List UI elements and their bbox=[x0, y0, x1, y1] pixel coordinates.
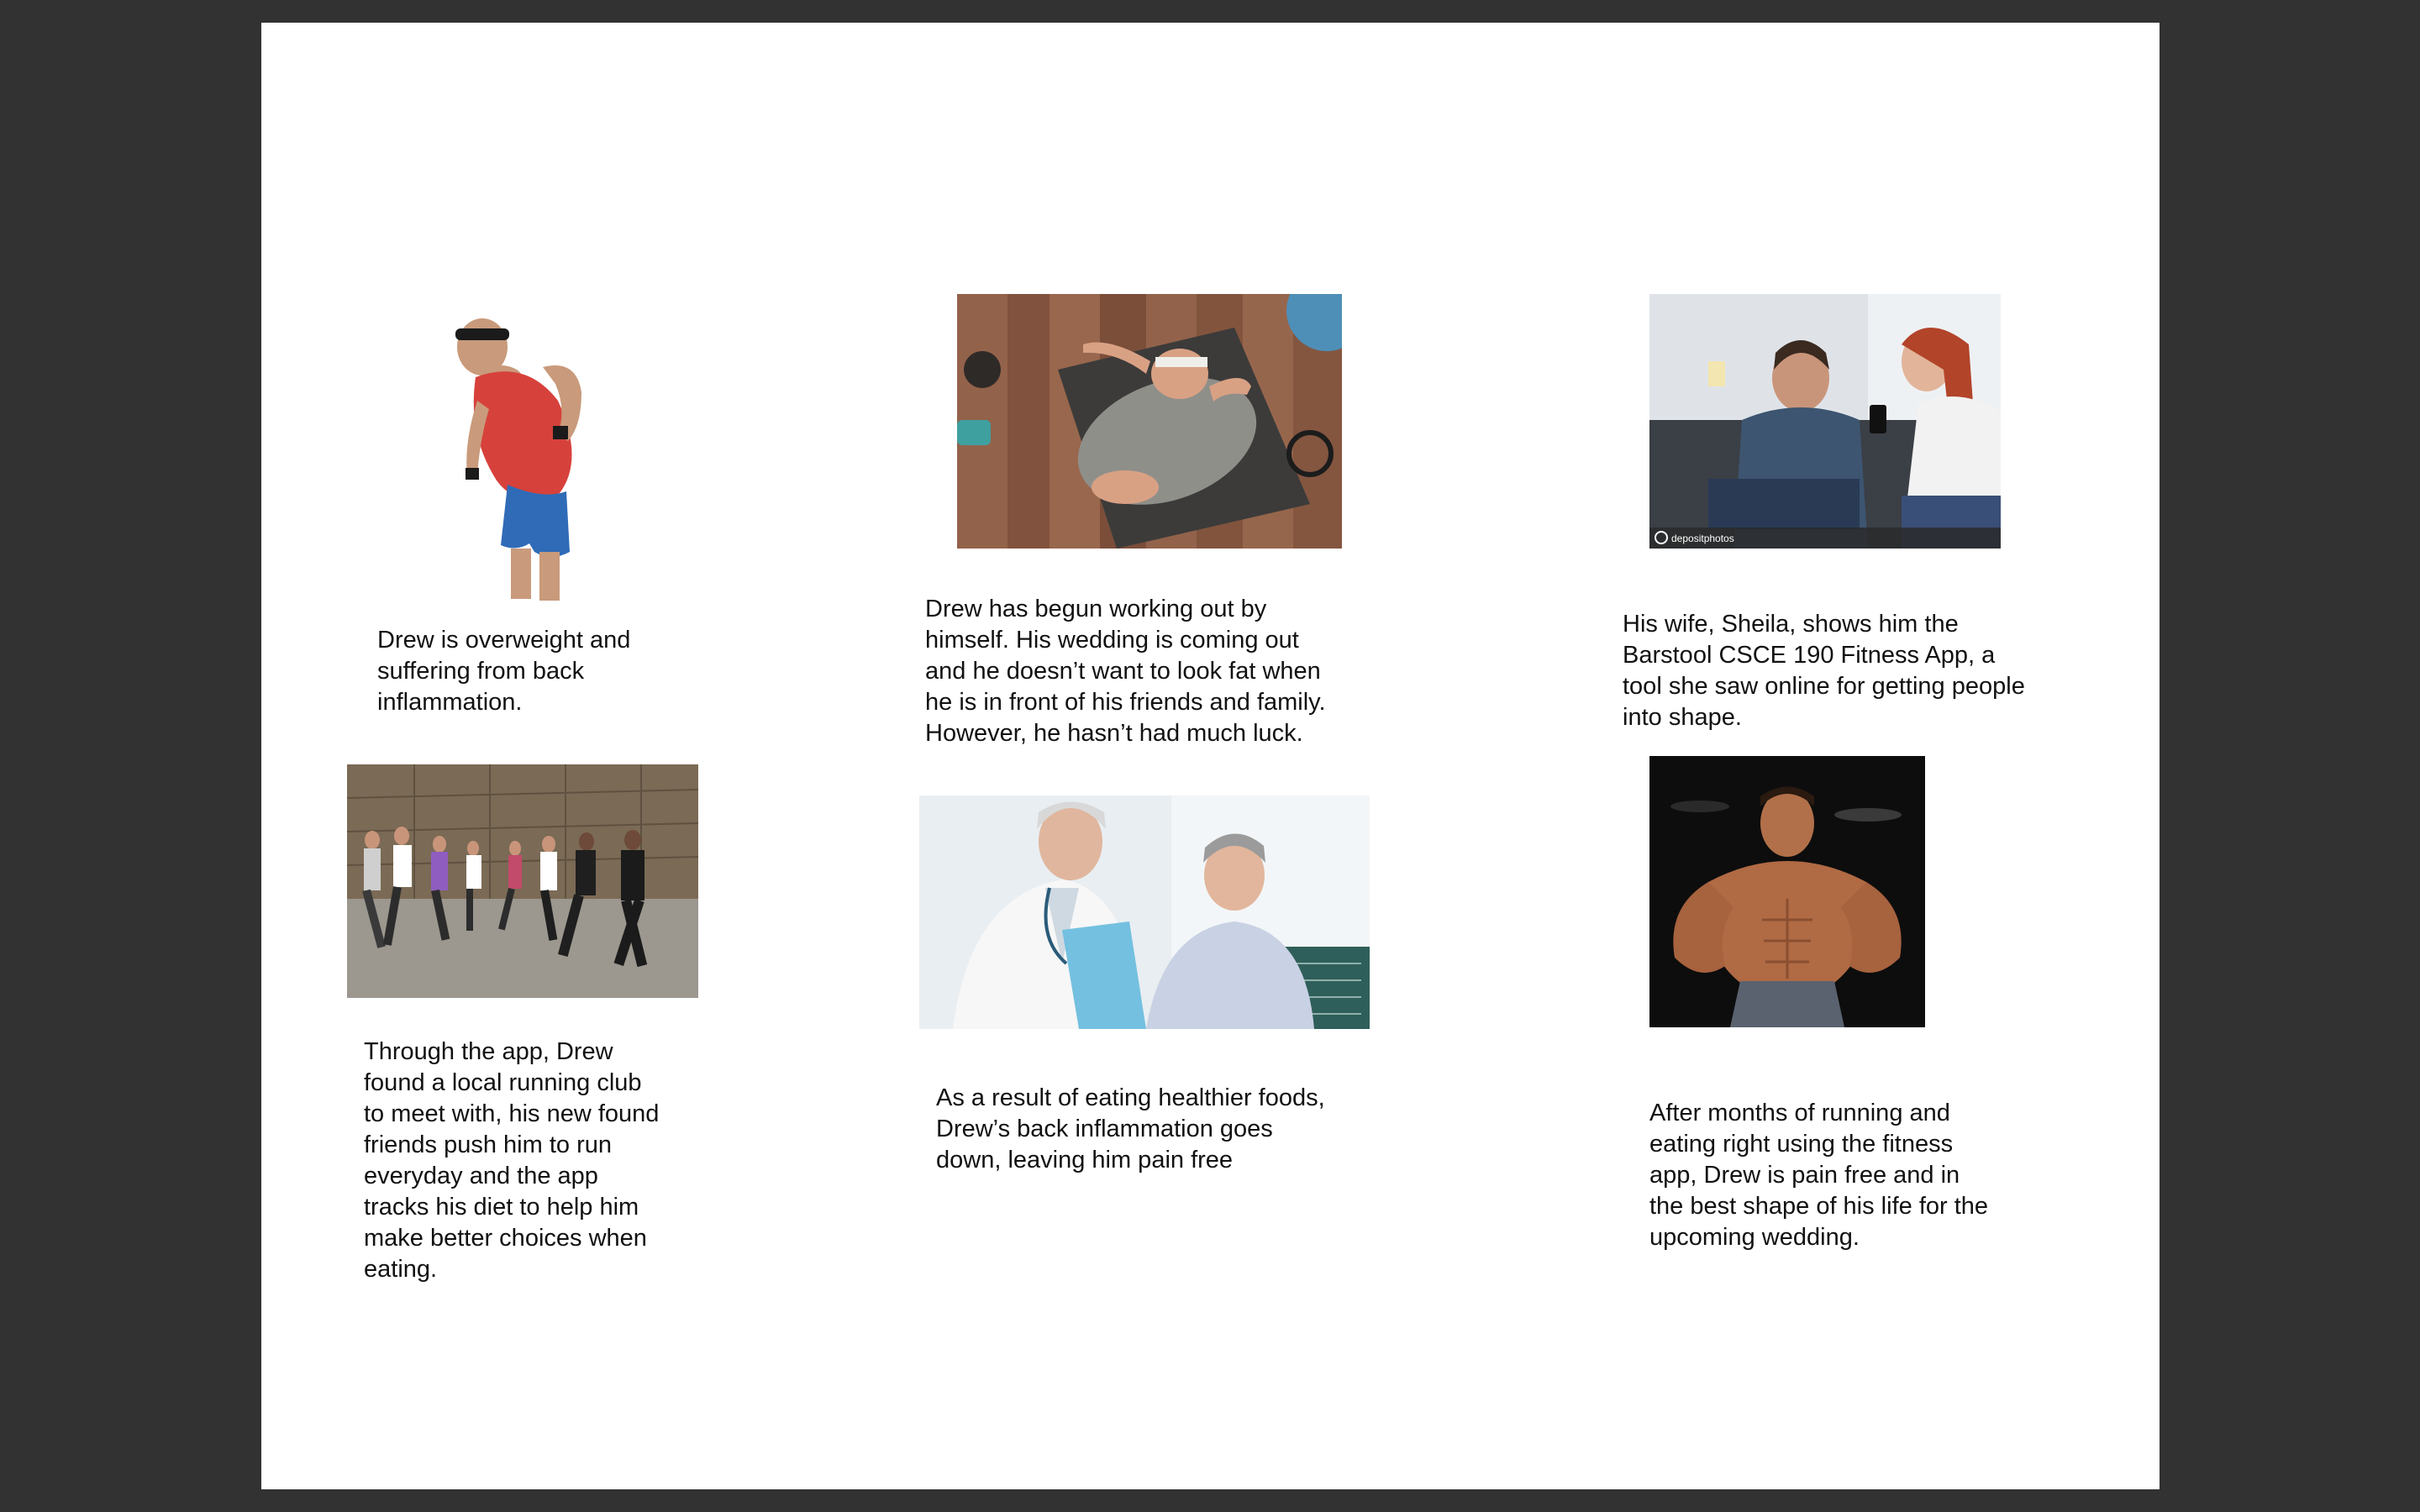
panel-4-caption: Through the app, Drew found a local runn… bbox=[364, 1037, 659, 1285]
caption-line: upcoming wedding. bbox=[1649, 1224, 1860, 1251]
caption-line: Barstool CSCE 190 Fitness App, a bbox=[1623, 642, 1996, 669]
panel-6-caption: After months of running and eating right… bbox=[1649, 1098, 1988, 1253]
caption-line: the best shape of his life for the bbox=[1649, 1193, 1989, 1220]
caption-line: tool she saw online for getting people bbox=[1623, 673, 2025, 700]
caption-line: After months of running and bbox=[1649, 1100, 1950, 1126]
caption-line: into shape. bbox=[1623, 704, 1742, 731]
caption-line: down, leaving him pain free bbox=[936, 1147, 1234, 1173]
overweight-man-illustration bbox=[417, 300, 618, 604]
panel-1-image bbox=[417, 300, 618, 604]
panel-5-image bbox=[919, 795, 1370, 1029]
running-group-photo bbox=[347, 764, 698, 998]
caption-line: everyday and the app bbox=[364, 1163, 598, 1189]
caption-line: As a result of eating healthier foods, bbox=[936, 1084, 1325, 1111]
panel-5-caption: As a result of eating healthier foods, D… bbox=[936, 1083, 1325, 1176]
caption-line: Drew is overweight and bbox=[377, 627, 631, 654]
bodybuilder-photo bbox=[1649, 756, 1925, 1027]
doctor-patient-photo bbox=[919, 795, 1370, 1029]
document-viewer[interactable]: Drew is overweight and suffering from ba… bbox=[0, 0, 2420, 1512]
panel-3-caption: His wife, Sheila, shows him the Barstool… bbox=[1623, 609, 2025, 733]
caption-line: However, he hasn’t had much luck. bbox=[925, 720, 1303, 747]
panel-2-caption: Drew has begun working out by himself. H… bbox=[925, 594, 1326, 749]
man-on-floor-photo bbox=[957, 294, 1342, 549]
caption-line: to meet with, his new found bbox=[364, 1100, 660, 1127]
caption-line: tracks his diet to help him bbox=[364, 1194, 639, 1221]
caption-line: and he doesn’t want to look fat when bbox=[925, 658, 1321, 685]
panel-6-image bbox=[1649, 756, 1925, 1027]
panel-1-caption: Drew is overweight and suffering from ba… bbox=[377, 625, 630, 718]
caption-line: friends push him to run bbox=[364, 1131, 612, 1158]
panel-2-image bbox=[957, 294, 1342, 549]
watermark-text: depositphotos bbox=[1671, 533, 1734, 544]
panel-4-image bbox=[347, 764, 698, 998]
caption-line: Drew’s back inflammation goes bbox=[936, 1116, 1273, 1142]
caption-line: app, Drew is pain free and in bbox=[1649, 1162, 1960, 1189]
caption-line: His wife, Sheila, shows him the bbox=[1623, 611, 1959, 638]
document-page: Drew is overweight and suffering from ba… bbox=[261, 23, 2160, 1489]
caption-line: eating right using the fitness bbox=[1649, 1131, 1954, 1158]
caption-line: himself. His wedding is coming out bbox=[925, 627, 1299, 654]
caption-line: suffering from back bbox=[377, 658, 585, 685]
caption-line: eating. bbox=[364, 1256, 438, 1283]
panel-3-image: depositphotos bbox=[1649, 294, 2001, 549]
caption-line: make better choices when bbox=[364, 1225, 647, 1252]
caption-line: found a local running club bbox=[364, 1069, 642, 1096]
caption-line: inflammation. bbox=[377, 689, 523, 716]
caption-line: he is in front of his friends and family… bbox=[925, 689, 1326, 716]
caption-line: Through the app, Drew bbox=[364, 1038, 613, 1065]
couple-on-couch-photo: depositphotos bbox=[1649, 294, 2001, 549]
caption-line: Drew has begun working out by bbox=[925, 596, 1267, 622]
